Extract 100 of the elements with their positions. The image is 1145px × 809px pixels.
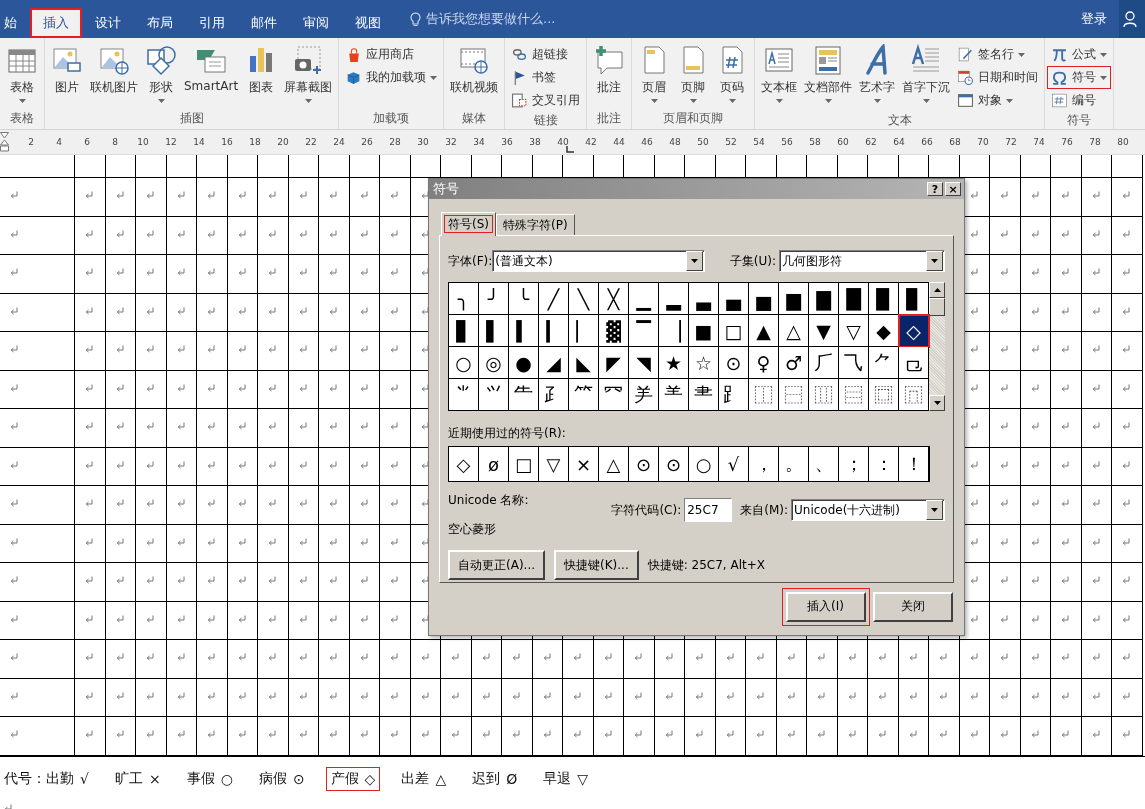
scroll-up-button[interactable] (929, 282, 945, 298)
ribbon-button[interactable]: 签名行 (954, 44, 1042, 65)
font-select[interactable]: (普通文本) (492, 250, 706, 272)
symbol-cell[interactable]: ⊙ (719, 347, 749, 379)
ribbon-button[interactable]: 页脚 (674, 42, 713, 109)
symbol-cell[interactable]: ▉ (869, 283, 899, 315)
symbol-cell[interactable]: ▽ (839, 315, 869, 347)
symbol-cell[interactable]: ◤ (599, 347, 629, 379)
symbol-cell[interactable]: △ (779, 315, 809, 347)
ribbon-button[interactable]: 联机视频 (447, 42, 502, 109)
ribbon-button[interactable]: 屏幕截图 (281, 42, 336, 109)
symbol-cell[interactable]: ● (509, 347, 539, 379)
ribbon-button[interactable]: 形状 (142, 42, 180, 109)
ribbon-button[interactable]: 表格 (3, 42, 41, 109)
scrollbar[interactable] (929, 282, 945, 411)
ribbon-button[interactable]: 文本框 (758, 42, 801, 111)
symbol-cell[interactable]: ▎ (539, 315, 569, 347)
ribbon-button[interactable]: 图片 (48, 42, 86, 109)
symbol-cell[interactable]: ★ (659, 347, 689, 379)
ribbon-button[interactable]: 编号 (1048, 90, 1111, 111)
ribbon-button[interactable]: 艺术字 (856, 42, 899, 111)
dialog-button[interactable]: 自动更正(A)... (448, 550, 545, 580)
ribbon-button[interactable]: 文档部件 (801, 42, 856, 111)
dialog-button[interactable]: 快捷键(K)... (554, 550, 639, 580)
symbol-cell[interactable]: ╮ (449, 283, 479, 315)
symbol-cell[interactable]: ⺶ (629, 379, 659, 411)
symbol-cell[interactable]: ♀ (749, 347, 779, 379)
tell-me-field[interactable]: 告诉我您想要做什么... (426, 10, 556, 28)
symbol-cell[interactable]: ◥ (629, 347, 659, 379)
symbol-cell[interactable]: ▼ (809, 315, 839, 347)
ribbon-button[interactable]: 首字下沉 (899, 42, 954, 111)
ribbon-tab[interactable]: 引用 (186, 8, 238, 38)
symbol-cell[interactable]: ▂ (659, 283, 689, 315)
symbol-cell[interactable]: ⺁ (809, 347, 839, 379)
symbol-cell[interactable]: ⺻ (689, 379, 719, 411)
ribbon-button[interactable]: 交叉引用 (508, 90, 584, 111)
symbol-cell[interactable]: ▅ (749, 283, 779, 315)
symbol-cell[interactable]: ◢ (539, 347, 569, 379)
symbol-cell[interactable]: ⿲ (809, 379, 839, 411)
ribbon-button[interactable]: 页眉 (635, 42, 674, 109)
symbol-cell[interactable]: ▌ (479, 315, 509, 347)
account-button[interactable] (1119, 0, 1145, 38)
help-button[interactable]: ? (927, 182, 943, 196)
symbol-cell[interactable]: ▊ (899, 283, 929, 315)
scroll-down-button[interactable] (929, 395, 945, 411)
symbol-cell[interactable]: ╰ (509, 283, 539, 315)
ribbon-tab[interactable]: 插入 (30, 8, 82, 38)
ribbon-button[interactable]: 日期和时间 (954, 67, 1042, 88)
symbol-cell[interactable]: ⺪ (539, 379, 569, 411)
symbol-cell[interactable]: ⿳ (839, 379, 869, 411)
ribbon-button[interactable]: 超链接 (508, 44, 584, 65)
ribbon-button[interactable]: 公式 (1048, 44, 1111, 65)
symbol-cell[interactable]: ⺧ (509, 379, 539, 411)
from-select[interactable]: Unicode(十六进制) (791, 499, 945, 521)
sign-in-link[interactable]: 登录 (1081, 10, 1107, 28)
symbol-cell[interactable]: ▃ (689, 283, 719, 315)
symbol-cell[interactable]: ⺈ (869, 347, 899, 379)
symbol-cell[interactable]: ▔ (629, 315, 659, 347)
symbol-cell[interactable]: □ (719, 315, 749, 347)
dialog-button[interactable]: 关闭 (872, 591, 953, 622)
scroll-thumb[interactable] (929, 298, 945, 316)
ribbon-button[interactable]: 符号 (1048, 67, 1111, 88)
symbol-cell[interactable]: █ (839, 283, 869, 315)
symbol-cell[interactable]: ⺋ (899, 347, 929, 379)
dialog-tab[interactable]: 符号(S) (441, 212, 496, 236)
symbol-cell[interactable]: ╱ (539, 283, 569, 315)
ribbon-tab[interactable]: 邮件 (238, 8, 290, 38)
ribbon-button[interactable]: 应用商店 (342, 44, 441, 65)
ribbon-button[interactable]: 书签 (508, 67, 584, 88)
symbol-cell[interactable]: ⿰ (749, 379, 779, 411)
ribbon-button[interactable]: 联机图片 (87, 42, 141, 109)
symbol-cell[interactable]: ▍ (509, 315, 539, 347)
symbol-cell[interactable]: ▏ (569, 315, 599, 347)
symbol-cell[interactable]: ╳ (599, 283, 629, 315)
ribbon-tab[interactable]: 视图 (342, 8, 394, 38)
symbol-cell[interactable]: ╯ (479, 283, 509, 315)
symbol-cell[interactable]: ◆ (869, 315, 899, 347)
char-code-field[interactable]: 25C7 (684, 498, 733, 522)
symbol-cell[interactable]: ⻊ (719, 379, 749, 411)
ribbon-tab[interactable]: 布局 (134, 8, 186, 38)
symbol-cell[interactable]: ⿴ (869, 379, 899, 411)
symbol-cell[interactable]: ⺌ (449, 379, 479, 411)
dialog-tab[interactable]: 特殊字符(P) (496, 214, 575, 235)
ribbon-button[interactable]: 我的加载项 (342, 67, 441, 88)
symbol-cell[interactable]: ☆ (689, 347, 719, 379)
symbol-cell[interactable]: ▲ (749, 315, 779, 347)
symbol-cell[interactable]: ◇ (899, 315, 929, 347)
symbol-cell[interactable]: ■ (689, 315, 719, 347)
subset-select[interactable]: 几何图形符 (779, 250, 945, 272)
symbol-cell[interactable]: ⿱ (779, 379, 809, 411)
ribbon-button[interactable]: 页码 (713, 42, 752, 109)
symbol-cell[interactable]: ▁ (629, 283, 659, 315)
ribbon-button[interactable]: 对象 (954, 90, 1042, 111)
symbol-cell[interactable]: ⺄ (839, 347, 869, 379)
symbol-cell[interactable]: ▇ (809, 283, 839, 315)
symbol-cell[interactable]: ⺮ (569, 379, 599, 411)
symbol-cell[interactable]: ▄ (719, 283, 749, 315)
close-button[interactable]: × (945, 182, 961, 196)
symbol-cell[interactable]: ◣ (569, 347, 599, 379)
symbol-cell[interactable]: ○ (449, 347, 479, 379)
